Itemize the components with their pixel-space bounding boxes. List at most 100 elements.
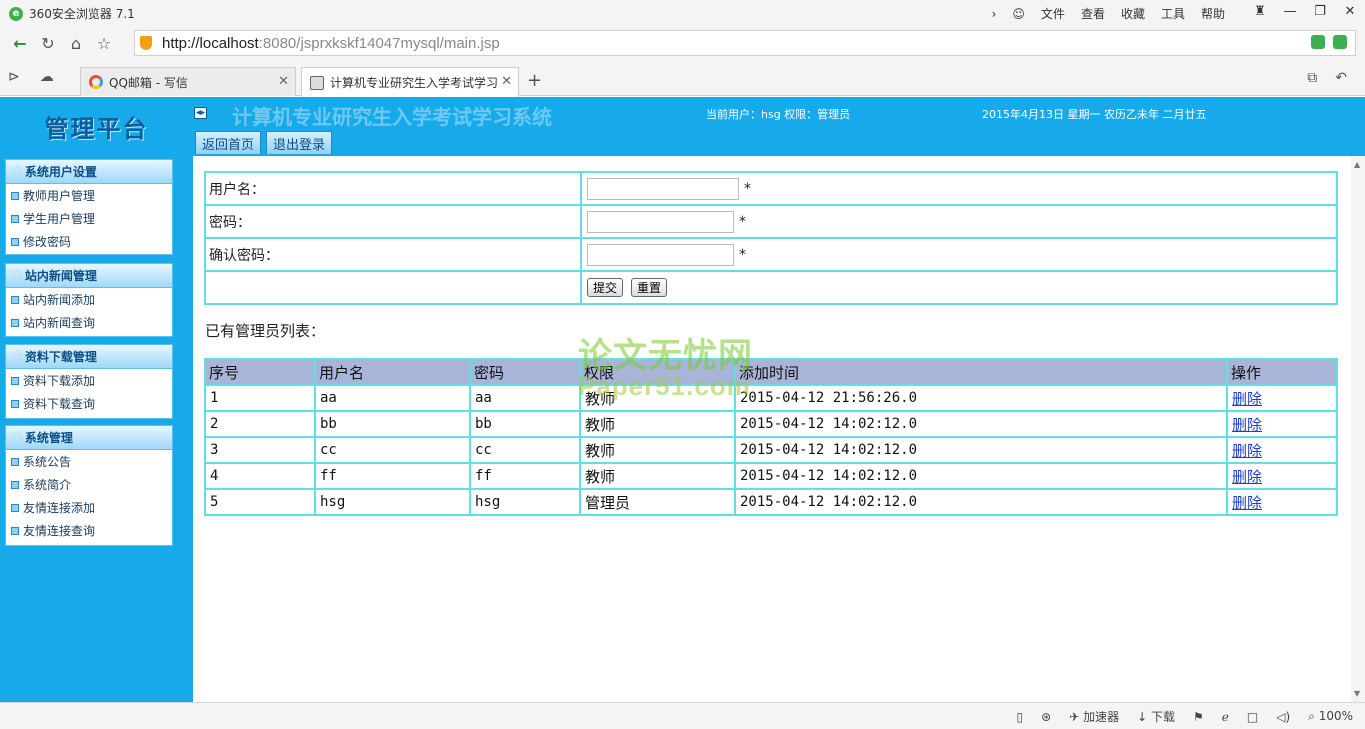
table-row: 1 aa aa 教师 2015-04-12 21:56:26.0 删除 — [204, 384, 1338, 412]
page-favicon-icon — [310, 75, 324, 90]
cell-username: cc — [314, 436, 471, 464]
tab-label: 计算机专业研究生入学考试学习 — [330, 76, 499, 90]
nav-forward-icon[interactable]: › — [992, 7, 997, 21]
sound-icon[interactable]: ◁) — [1276, 710, 1290, 724]
delete-link[interactable]: 删除 — [1232, 442, 1262, 460]
back-arrow-icon[interactable]: ← — [6, 29, 34, 57]
sidebar-item-news-query[interactable]: 站内新闻查询 — [6, 311, 172, 334]
vertical-scrollbar[interactable]: ▲ ▼ — [1351, 156, 1365, 702]
scroll-down-icon[interactable]: ▼ — [1354, 689, 1360, 698]
bullet-icon — [11, 237, 19, 246]
menu-help[interactable]: 帮助 — [1201, 5, 1225, 22]
compat-mode-icon[interactable] — [1333, 35, 1347, 49]
bullet-icon — [11, 318, 19, 327]
cell-password: bb — [469, 410, 581, 438]
submit-button[interactable]: 提交 — [587, 278, 624, 297]
sidebar-item-label: 站内新闻添加 — [23, 293, 96, 307]
sidebar-item-teacher-users[interactable]: 教师用户管理 — [6, 184, 172, 207]
admin-list-table: 序号 用户名 密码 权限 添加时间 操作 1 aa aa 教师 2015-04-… — [204, 358, 1338, 516]
home-button[interactable]: 返回首页 — [195, 131, 261, 154]
sidebar-item-announcement[interactable]: 系统公告 — [6, 450, 172, 473]
tab-list-icon[interactable]: ⧉ — [1307, 70, 1317, 86]
menu-file[interactable]: 文件 — [1041, 5, 1065, 22]
star-icon: ✩ — [12, 164, 23, 179]
delete-link[interactable]: 删除 — [1232, 390, 1262, 408]
header-date: 2015年4月13日 星期一 农历乙未年 二月廿五 — [982, 108, 1207, 121]
cell-role: 教师 — [579, 410, 736, 438]
tab-close-icon[interactable]: ✕ — [278, 74, 289, 89]
delete-link[interactable]: 删除 — [1232, 416, 1262, 434]
cell-added-time: 2015-04-12 14:02:12.0 — [734, 462, 1228, 490]
password-label: 密码： — [204, 204, 582, 239]
delete-link[interactable]: 删除 — [1232, 468, 1262, 486]
menu-favorites[interactable]: 收藏 — [1121, 5, 1145, 22]
username-input[interactable] — [587, 177, 739, 200]
password-input[interactable] — [587, 210, 734, 233]
sidebar-group-header[interactable]: ✩ 资料下载管理 — [6, 345, 172, 369]
flag-icon[interactable]: ⚑ — [1193, 710, 1204, 724]
delete-link[interactable]: 删除 — [1232, 494, 1262, 512]
cell-password: ff — [469, 462, 581, 490]
url-right-icons — [1311, 35, 1347, 49]
skin-icon[interactable]: ♜ — [1245, 0, 1275, 22]
scroll-up-icon[interactable]: ▲ — [1354, 160, 1360, 169]
form-row-username: 用户名： * — [204, 171, 1338, 206]
sidebar-item-download-add[interactable]: 资料下载添加 — [6, 369, 172, 392]
sidebar-group-header[interactable]: ✩ 站内新闻管理 — [6, 264, 172, 288]
cell-password: hsg — [469, 488, 581, 516]
tab-qqmail[interactable]: QQ邮箱 - 写信 ✕ — [80, 67, 296, 96]
username-label: 用户名： — [204, 171, 582, 206]
reload-icon[interactable]: ↻ — [34, 29, 62, 57]
tab-bar: ⊳ ☁ QQ邮箱 - 写信 ✕ 计算机专业研究生入学考试学习 ✕ + ⧉ ↶ — [0, 59, 1365, 97]
bullet-icon — [11, 526, 19, 535]
cell-username: aa — [314, 384, 471, 412]
close-icon[interactable]: ✕ — [1335, 0, 1365, 22]
tab-exam-system[interactable]: 计算机专业研究生入学考试学习 ✕ — [301, 67, 519, 97]
sidebar-item-student-users[interactable]: 学生用户管理 — [6, 207, 172, 230]
window-icon[interactable]: □ — [1247, 710, 1258, 724]
cell-added-time: 2015-04-12 14:02:12.0 — [734, 436, 1228, 464]
col-no: 序号 — [204, 358, 316, 386]
reset-button[interactable]: 重置 — [631, 278, 668, 297]
sidebar-item-change-password[interactable]: 修改密码 — [6, 230, 172, 253]
bullet-icon — [11, 376, 19, 385]
username-cell: * — [580, 171, 1338, 206]
sidebar-item-link-query[interactable]: 友情连接查询 — [6, 519, 172, 542]
mobile-icon[interactable]: ▯ — [1017, 710, 1024, 724]
sidebar-group-title: 系统用户设置 — [24, 165, 97, 179]
sidebar-group-header[interactable]: ✩ 系统管理 — [6, 426, 172, 450]
required-mark: * — [739, 246, 746, 263]
minimize-icon[interactable]: — — [1275, 0, 1305, 22]
accelerator-button[interactable]: ✈ 加速器 — [1069, 708, 1119, 725]
menu-view[interactable]: 查看 — [1081, 5, 1105, 22]
home-icon[interactable]: ⌂ — [62, 29, 90, 57]
speed-icon[interactable]: ⊛ — [1041, 710, 1051, 724]
menu-tools[interactable]: 工具 — [1161, 5, 1185, 22]
col-action: 操作 — [1226, 358, 1338, 386]
confirm-password-input[interactable] — [587, 243, 734, 266]
logout-button[interactable]: 退出登录 — [266, 131, 332, 154]
bullet-icon — [11, 295, 19, 304]
sidebar-item-label: 教师用户管理 — [23, 189, 96, 203]
restore-icon[interactable]: ❐ — [1305, 0, 1335, 22]
collapse-toggle-icon[interactable]: ◂▸ — [194, 107, 207, 119]
sidebar-item-news-add[interactable]: 站内新闻添加 — [6, 288, 172, 311]
sidebar-item-intro[interactable]: 系统简介 — [6, 473, 172, 496]
sidebar-group-header[interactable]: ✩ 系统用户设置 — [6, 160, 172, 184]
new-tab-icon[interactable]: + — [527, 70, 542, 91]
download-button[interactable]: ↓ 下载 — [1137, 708, 1175, 725]
ie-mode-icon[interactable]: ℯ — [1222, 710, 1229, 724]
zoom-control[interactable]: ⌕ 100% — [1308, 709, 1353, 724]
user-icon[interactable]: ☺ — [1012, 7, 1025, 21]
chrome-favicon-icon — [89, 75, 103, 89]
qrcode-icon[interactable] — [1311, 35, 1325, 49]
undo-close-icon[interactable]: ↶ — [1335, 70, 1347, 86]
sidebar-toggle-icon[interactable]: ⊳ — [8, 69, 20, 85]
cloud-icon[interactable]: ☁ — [40, 69, 54, 85]
star-icon[interactable]: ☆ — [90, 29, 118, 57]
sidebar-item-label: 友情连接查询 — [23, 524, 96, 538]
sidebar-item-download-query[interactable]: 资料下载查询 — [6, 392, 172, 415]
sidebar-item-link-add[interactable]: 友情连接添加 — [6, 496, 172, 519]
tab-close-icon[interactable]: ✕ — [501, 74, 512, 89]
url-input[interactable]: http://localhost:8080/jsprxkskf14047mysq… — [134, 30, 1356, 56]
